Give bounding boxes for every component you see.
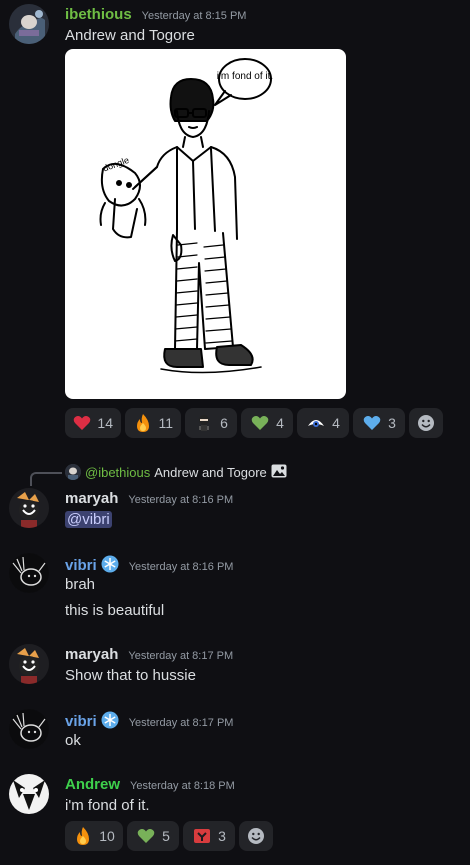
avatar[interactable] <box>9 4 49 44</box>
avatar[interactable] <box>9 553 49 593</box>
snowflake-icon <box>101 555 119 573</box>
avatar[interactable] <box>9 488 49 528</box>
avatar-andrew-icon <box>9 774 49 814</box>
reaction-sprite[interactable]: 4 <box>297 408 349 438</box>
reply-author[interactable]: @ibethious <box>85 465 150 480</box>
author-name[interactable]: ibethious <box>65 6 132 23</box>
message-vibri: vibri Yesterday at 8:17 PM ok <box>0 705 470 755</box>
image-attachment[interactable]: i'm fond of it. dongle <box>65 49 346 399</box>
author-name[interactable]: maryah <box>65 490 118 507</box>
speech-bubble-text: i'm fond of it. <box>217 71 273 82</box>
fire-icon <box>73 826 93 846</box>
snowflake-icon <box>101 711 119 729</box>
message-ibethious: ibethious Yesterday at 8:15 PM Andrew an… <box>0 0 470 445</box>
message-andrew: Andrew Yesterday at 8:18 PM i'm fond of … <box>0 770 470 860</box>
reaction-count: 10 <box>99 828 115 844</box>
reaction-count: 3 <box>218 828 226 844</box>
timestamp: Yesterday at 8:17 PM <box>128 717 234 729</box>
message-text: Andrew and Togore <box>65 27 195 44</box>
timestamp: Yesterday at 8:17 PM <box>128 650 234 662</box>
reaction-bar: 10 5 3 <box>65 821 273 851</box>
message-vibri: vibri Yesterday at 8:16 PM brah this is … <box>0 549 470 624</box>
reaction-count: 14 <box>97 415 113 431</box>
timestamp: Yesterday at 8:16 PM <box>128 561 234 573</box>
add-reaction-icon <box>247 826 265 846</box>
add-reaction-icon <box>417 413 435 433</box>
reaction-fire[interactable]: 11 <box>125 408 181 438</box>
reply-text: Andrew and Togore <box>154 464 267 480</box>
avatar-vibri-icon <box>9 709 49 749</box>
reply-avatar <box>65 464 81 480</box>
avatar-vibri-icon <box>9 553 49 593</box>
toy-label-text: dongle <box>102 155 131 174</box>
ninja-emoji-icon <box>194 413 214 433</box>
author-name[interactable]: vibri <box>65 711 119 730</box>
reaction-red-symbol[interactable]: 3 <box>183 821 235 851</box>
reaction-count: 3 <box>388 415 396 431</box>
reaction-count: 5 <box>162 828 170 844</box>
reaction-ninja[interactable]: 6 <box>185 408 237 438</box>
add-reaction-button[interactable] <box>239 821 273 851</box>
author-name[interactable]: Andrew <box>65 776 120 793</box>
reaction-fire[interactable]: 10 <box>65 821 123 851</box>
avatar[interactable] <box>9 774 49 814</box>
user-mention[interactable]: @vibri <box>65 511 112 528</box>
red-heart-icon <box>73 413 91 433</box>
timestamp: Yesterday at 8:18 PM <box>130 780 235 792</box>
avatar-maryah-icon <box>9 488 49 528</box>
sprite-emoji-icon <box>306 413 326 433</box>
message-text: Show that to hussie <box>65 667 196 684</box>
reaction-bar: 14 11 6 4 4 3 <box>65 408 443 438</box>
author-label: vibri <box>65 557 97 574</box>
avatar[interactable] <box>9 644 49 684</box>
message-text: @vibri <box>65 511 112 528</box>
reaction-count: 6 <box>220 415 228 431</box>
reaction-red-heart[interactable]: 14 <box>65 408 121 438</box>
reaction-count: 4 <box>276 415 284 431</box>
reaction-count: 11 <box>158 415 173 431</box>
message-text: brah <box>65 576 96 593</box>
fire-icon <box>133 413 152 433</box>
reply-reference[interactable]: @ibethious Andrew and Togore <box>65 462 287 482</box>
reaction-green-heart[interactable]: 5 <box>127 821 179 851</box>
author-name[interactable]: maryah <box>65 646 118 663</box>
reaction-green-heart[interactable]: 4 <box>241 408 293 438</box>
avatar-ibethious-icon <box>9 4 49 44</box>
add-reaction-button[interactable] <box>409 408 443 438</box>
message-text: this is beautiful <box>65 602 165 619</box>
message-maryah: maryah Yesterday at 8:17 PM Show that to… <box>0 640 470 690</box>
avatar[interactable] <box>9 709 49 749</box>
timestamp: Yesterday at 8:16 PM <box>128 494 234 506</box>
reaction-count: 4 <box>332 415 340 431</box>
avatar-maryah-icon <box>9 644 49 684</box>
green-heart-icon <box>250 413 270 433</box>
image-icon <box>271 464 287 481</box>
red-symbol-emoji-icon <box>192 826 212 846</box>
reaction-blue-heart[interactable]: 3 <box>353 408 405 438</box>
message-text: i'm fond of it. <box>65 797 150 814</box>
author-name[interactable]: vibri <box>65 555 119 574</box>
message-text: ok <box>65 732 81 749</box>
drawing-illustration: i'm fond of it. dongle <box>99 58 273 374</box>
message-maryah: maryah Yesterday at 8:16 PM @vibri <box>0 484 470 534</box>
blue-heart-icon <box>362 413 382 433</box>
author-label: vibri <box>65 713 97 730</box>
timestamp: Yesterday at 8:15 PM <box>141 10 247 22</box>
green-heart-icon <box>136 826 156 846</box>
